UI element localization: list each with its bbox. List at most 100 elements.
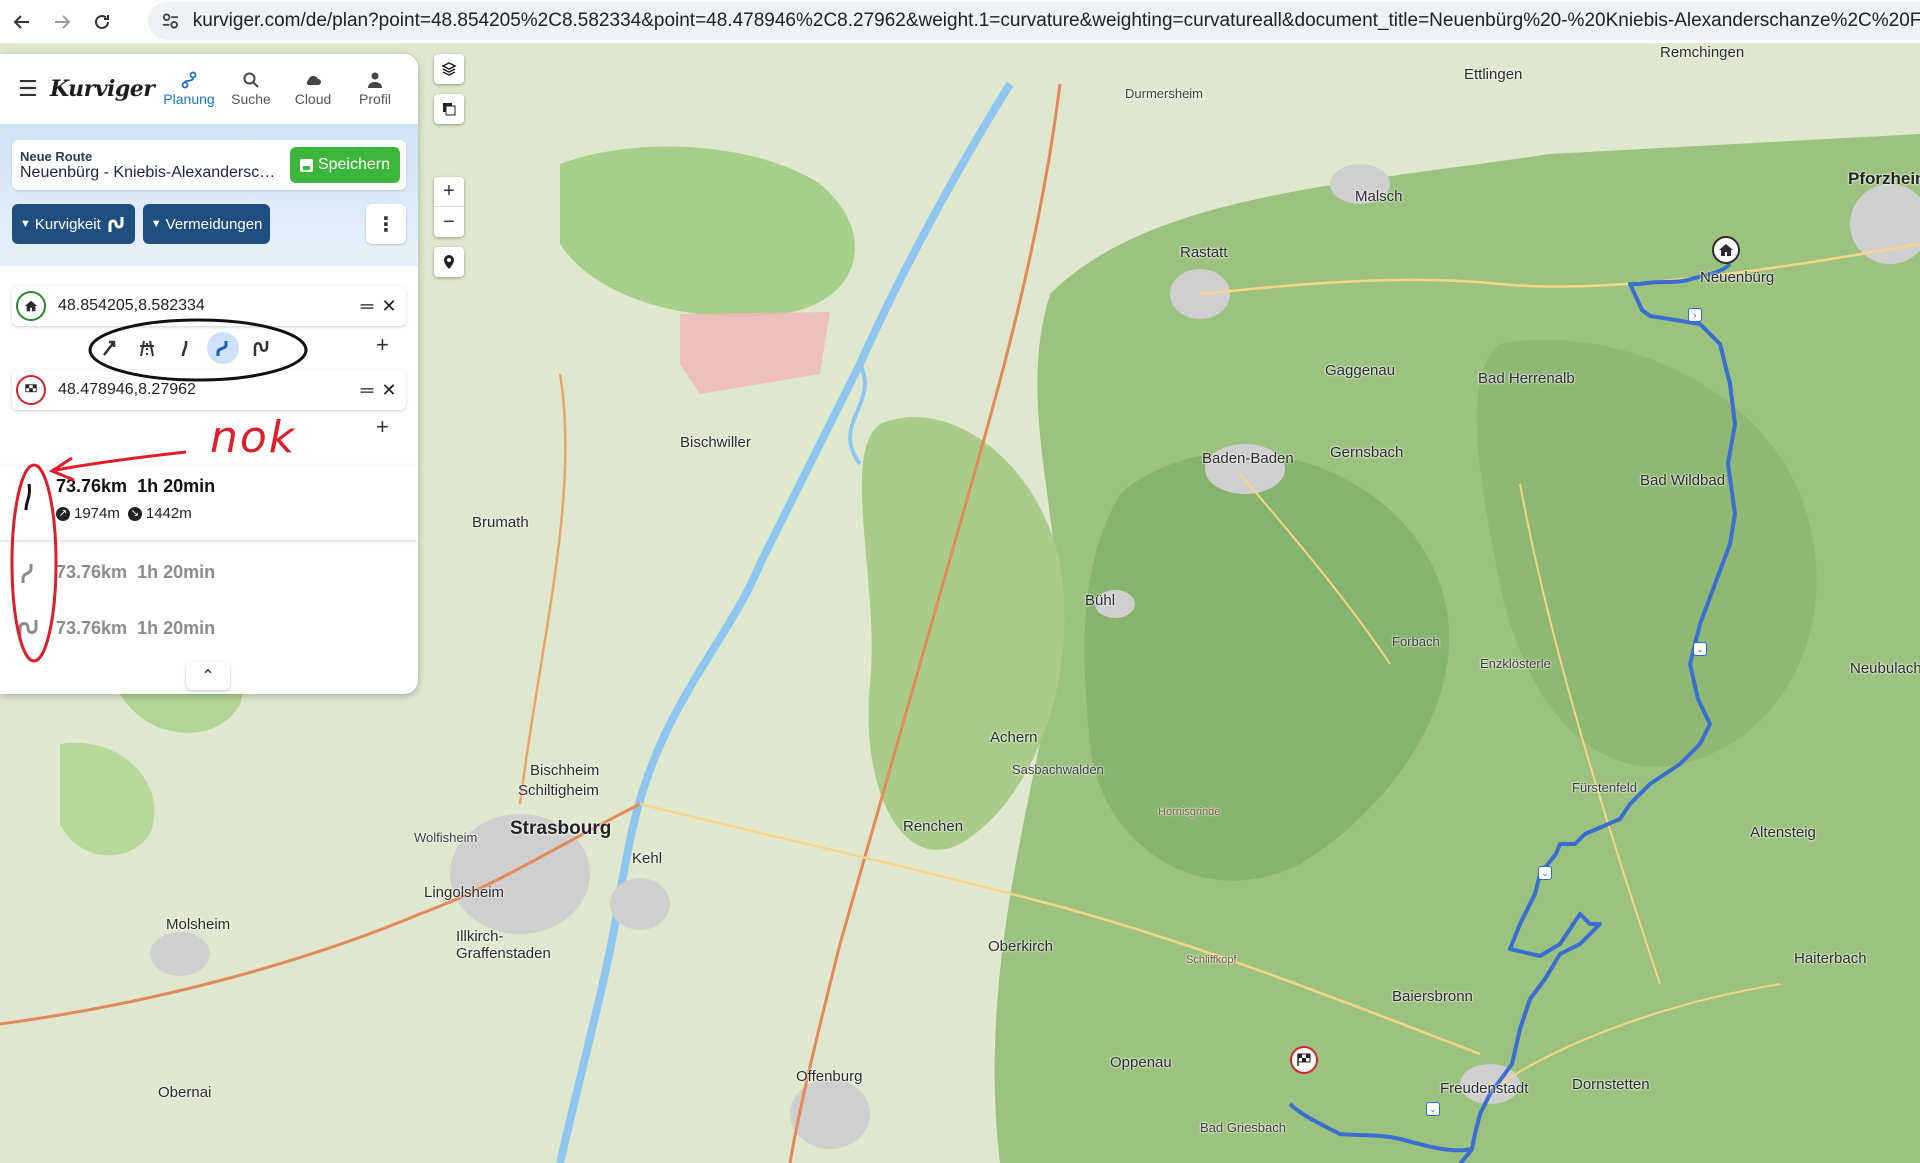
collapse-panel-button[interactable]: ⌃ (186, 662, 230, 690)
zoom-in-button[interactable]: + (434, 177, 464, 207)
curvy-icon (181, 340, 188, 357)
result-distance: 73.76km (56, 562, 128, 582)
route-result[interactable]: 73.76km 1h 20min ↗ 1974m ↘ 1442m (0, 466, 418, 540)
floppy-disk-icon (299, 158, 313, 172)
home-icon (16, 291, 46, 321)
waypoint-finish[interactable]: 48.478946,8.27962 ═ ✕ (12, 370, 406, 410)
place-label: Bühl (1085, 592, 1116, 609)
back-button[interactable] (4, 4, 40, 40)
route-name: Neuenbürg - Kniebis-Alexanderschanze, Fr… (20, 163, 280, 181)
tab-cloud[interactable]: Cloud (282, 71, 344, 107)
caret-down-icon: ▼ (20, 218, 31, 230)
tab-label: Cloud (294, 91, 332, 107)
descent-icon: ↘ (127, 506, 142, 521)
forward-button[interactable] (44, 4, 80, 40)
place-label: Baden-Baden (1202, 450, 1294, 467)
elevation-info: ↗ 1974m ↘ 1442m (56, 505, 215, 522)
place-label: Molsheim (166, 916, 231, 933)
selected-indicator (207, 332, 239, 364)
curviest-button[interactable] (242, 331, 280, 365)
result-duration: 1h 20min (137, 618, 216, 638)
extra-curvy-icon (216, 341, 228, 356)
curviest-icon (0, 618, 56, 640)
place-label: Pforzheim (1848, 169, 1920, 188)
search-icon (243, 72, 259, 88)
route-result[interactable]: 73.76km 1h 20min (0, 550, 418, 600)
place-label: Achern (990, 729, 1038, 746)
add-via-point-button[interactable]: + (376, 332, 389, 358)
place-label: Sasbachwalden (1012, 762, 1104, 777)
save-label: Speichern (317, 156, 390, 173)
start-marker[interactable] (1712, 236, 1740, 264)
overlay-button[interactable] (434, 94, 464, 124)
zoom-controls: + − (434, 177, 464, 237)
segment-weighting-options (90, 328, 280, 368)
tab-label: Planung (163, 91, 215, 107)
add-waypoint-button[interactable]: + (376, 414, 389, 440)
place-label: Bad Griesbach (1200, 1120, 1286, 1135)
tab-label: Profil (359, 91, 391, 107)
tab-planung[interactable]: Planung (158, 71, 220, 107)
route-result[interactable]: 73.76km 1h 20min (0, 606, 418, 656)
locate-button[interactable] (434, 247, 464, 277)
curvy-button[interactable] (166, 331, 204, 365)
finish-marker[interactable] (1290, 1046, 1318, 1074)
result-summary: 73.76km 1h 20min (56, 562, 215, 583)
place-label: Bad Wildbad (1640, 472, 1726, 489)
chevron-up-icon: ⌃ (201, 668, 215, 685)
result-duration: 1h 20min (137, 562, 216, 582)
route-name-text: Neue Route Neuenbürg - Kniebis-Alexander… (20, 149, 290, 182)
descent-value: 1442m (145, 505, 192, 522)
drag-handle-icon[interactable]: ═ (356, 296, 378, 317)
zoom-out-button[interactable]: − (434, 207, 464, 237)
place-label: Rastatt (1180, 244, 1228, 261)
menu-icon[interactable]: ☰ (18, 76, 44, 102)
more-options-button[interactable]: ⋮ (366, 204, 406, 244)
drag-handle-icon[interactable]: ═ (356, 380, 378, 401)
layers-button[interactable] (434, 54, 464, 84)
waypoint-start[interactable]: 48.854205,8.582334 ═ ✕ (12, 286, 406, 326)
highway-button[interactable] (128, 331, 166, 365)
save-button[interactable]: Speichern (289, 147, 400, 183)
curvature-dropdown[interactable]: ▼ Kurvigkeit (12, 204, 135, 244)
place-label: Fürstenfeld (1572, 780, 1638, 795)
arrow-right-icon (55, 14, 71, 29)
place-label: Gaggenau (1325, 362, 1396, 379)
route-direction-marker: › (1688, 308, 1702, 322)
tab-label: Suche (231, 91, 271, 107)
tab-profil[interactable]: Profil (344, 71, 406, 107)
place-label: Malsch (1355, 188, 1403, 205)
address-bar[interactable]: kurviger.com/de/plan?point=48.854205%2C8… (148, 2, 1920, 40)
site-settings-icon[interactable] (160, 10, 181, 32)
location-pin-icon (444, 255, 454, 269)
annotation-text: nok (210, 412, 297, 463)
place-label: Ettlingen (1464, 66, 1523, 83)
home-icon (1719, 244, 1733, 256)
remove-waypoint-icon[interactable]: ✕ (378, 380, 400, 401)
place-label: Bischwiller (680, 434, 751, 451)
route-name-box[interactable]: Neue Route Neuenbürg - Kniebis-Alexander… (12, 140, 406, 190)
result-distance: 73.76km (56, 476, 128, 496)
avoidances-dropdown[interactable]: ▼ Vermeidungen (142, 204, 271, 244)
fastest-button[interactable] (90, 331, 128, 365)
fastest-icon (103, 340, 116, 356)
route-direction-marker: ⌄ (1426, 1102, 1440, 1116)
place-label: Strasbourg (510, 818, 612, 839)
place-label: Bad Herrenalb (1478, 370, 1575, 387)
place-label: Gernsbach (1330, 444, 1404, 461)
result-details: 73.76km 1h 20min ↗ 1974m ↘ 1442m (56, 476, 215, 522)
reload-button[interactable] (84, 4, 120, 40)
caret-down-icon: ▼ (150, 218, 162, 230)
person-icon (368, 72, 382, 88)
extra-curvy-button[interactable] (204, 331, 242, 365)
arrow-left-icon (13, 14, 29, 29)
place-label: Schliffkopf (1186, 954, 1237, 966)
route-direction-marker: ⌄ (1693, 642, 1707, 656)
route-direction-marker: ⌄ (1538, 866, 1552, 880)
curviest-icon (253, 341, 269, 356)
tab-suche[interactable]: Suche (220, 71, 282, 107)
place-label: Oppenau (1110, 1054, 1172, 1071)
place-label: Remchingen (1660, 44, 1745, 61)
remove-waypoint-icon[interactable]: ✕ (378, 296, 400, 317)
route-options-row: ▼ Kurvigkeit ▼ Vermeidungen ⋮ (12, 204, 406, 244)
